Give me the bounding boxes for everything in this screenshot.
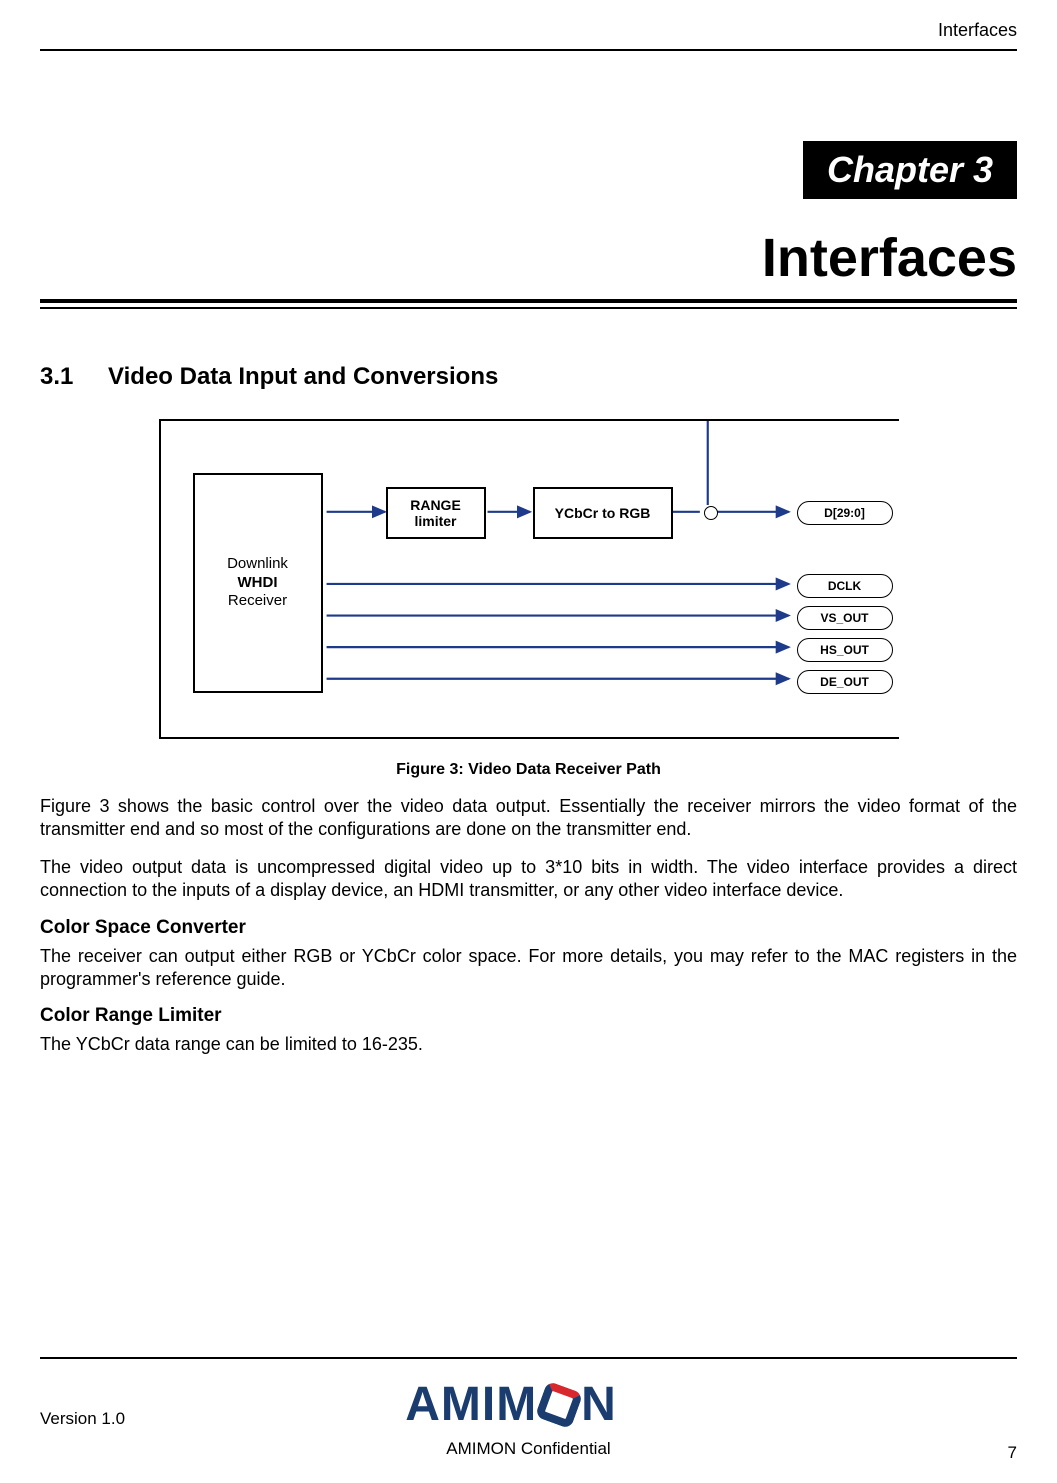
chapter-title: Interfaces — [40, 227, 1017, 289]
signal-de-out: DE_OUT — [797, 670, 893, 694]
rx-line3: Receiver — [228, 592, 287, 611]
section-title: Video Data Input and Conversions — [108, 363, 498, 390]
signal-hs-out: HS_OUT — [797, 638, 893, 662]
ycbcr-label: YCbCr to RGB — [555, 505, 651, 521]
page-number: 7 — [1008, 1443, 1017, 1463]
subheading-color-range: Color Range Limiter — [40, 1005, 1017, 1027]
signal-vs-out: VS_OUT — [797, 606, 893, 630]
section-heading: 3.1 Video Data Input and Conversions — [40, 363, 1017, 391]
figure-caption: Figure 3: Video Data Receiver Path — [40, 761, 1017, 779]
junction-node — [704, 506, 718, 520]
footer-divider — [40, 1357, 1017, 1359]
subheading-color-space: Color Space Converter — [40, 917, 1017, 939]
downlink-receiver-block: Downlink WHDI Receiver — [193, 473, 323, 693]
title-double-rule — [40, 299, 1017, 309]
rx-line2: WHDI — [238, 574, 278, 593]
chapter-banner: Chapter 3 — [803, 141, 1017, 199]
signal-dclk: DCLK — [797, 574, 893, 598]
version-label: Version 1.0 — [40, 1409, 125, 1429]
range-line2: limiter — [414, 513, 456, 529]
page-footer: Version 1.0 AMIM N AMIMON Confidential 7 — [40, 1357, 1017, 1459]
paragraph-1: Figure 3 shows the basic control over th… — [40, 795, 1017, 842]
signal-d: D[29:0] — [797, 501, 893, 525]
logo-text-pre: AMIM — [405, 1381, 537, 1429]
range-line1: RANGE — [410, 497, 461, 513]
section-number: 3.1 — [40, 363, 73, 391]
logo-o-icon — [535, 1381, 584, 1430]
header-divider — [40, 49, 1017, 51]
color-range-text: The YCbCr data range can be limited to 1… — [40, 1033, 1017, 1056]
color-space-text: The receiver can output either RGB or YC… — [40, 945, 1017, 992]
rx-line1: Downlink — [227, 555, 288, 574]
figure-3-diagram: Downlink WHDI Receiver RANGE limiter YCb… — [159, 419, 899, 739]
confidential-label: AMIMON Confidential — [40, 1439, 1017, 1459]
ycbcr-to-rgb-block: YCbCr to RGB — [533, 487, 673, 539]
logo-text-post: N — [581, 1381, 617, 1429]
range-limiter-block: RANGE limiter — [386, 487, 486, 539]
header-section-label: Interfaces — [40, 0, 1017, 49]
paragraph-2: The video output data is uncompressed di… — [40, 856, 1017, 903]
amimon-logo: AMIM N — [405, 1381, 617, 1429]
